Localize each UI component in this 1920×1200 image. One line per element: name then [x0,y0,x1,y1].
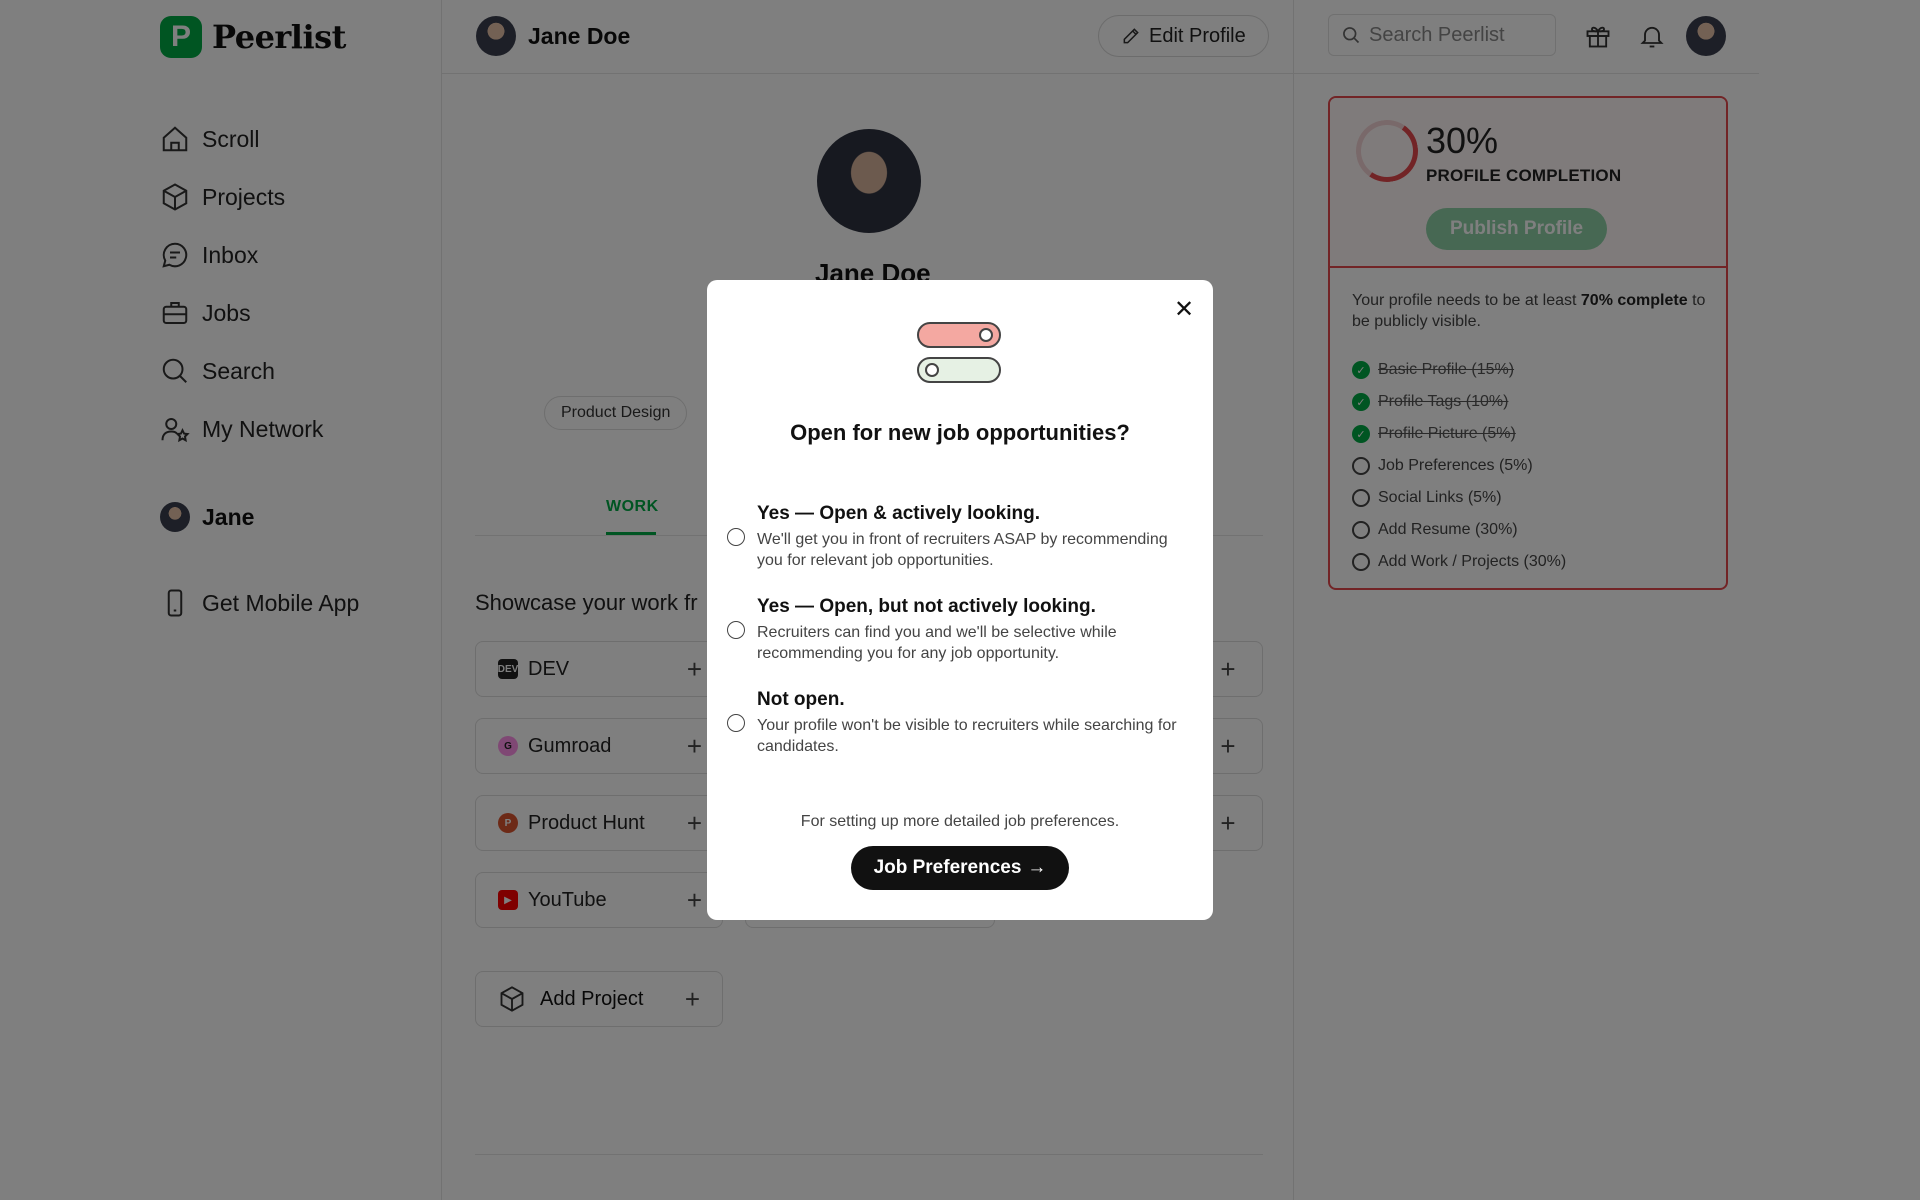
modal-footnote: For setting up more detailed job prefere… [800,813,1120,830]
option-description: Your profile won't be visible to recruit… [757,717,1177,755]
option-description: Recruiters can find you and we'll be sel… [757,624,1117,662]
option-actively-looking[interactable]: Yes — Open & actively looking. We'll get… [727,503,1197,571]
option-not-open[interactable]: Not open. Your profile won't be visible … [727,689,1197,757]
toggle-illustration-icon [917,322,1003,392]
toggle-on-icon [917,322,1001,348]
close-icon[interactable]: ✕ [1169,294,1199,324]
option-title: Not open. [757,689,845,710]
arrow-right-icon: → [1027,857,1047,878]
modal-title: Open for new job opportunities? [790,420,1130,445]
toggle-off-icon [917,357,1001,383]
job-openness-modal: ✕ Open for new job opportunities? Yes — … [707,280,1213,920]
option-open-not-actively[interactable]: Yes — Open, but not actively looking. Re… [727,596,1197,664]
radio-button[interactable] [727,528,745,546]
option-title: Yes — Open, but not actively looking. [757,596,1096,617]
job-preferences-label: Job Preferences [873,857,1022,878]
radio-button[interactable] [727,714,745,732]
option-title: Yes — Open & actively looking. [757,503,1040,524]
radio-button[interactable] [727,621,745,639]
option-description: We'll get you in front of recruiters ASA… [757,531,1168,569]
job-preferences-button[interactable]: Job Preferences → [851,846,1069,890]
